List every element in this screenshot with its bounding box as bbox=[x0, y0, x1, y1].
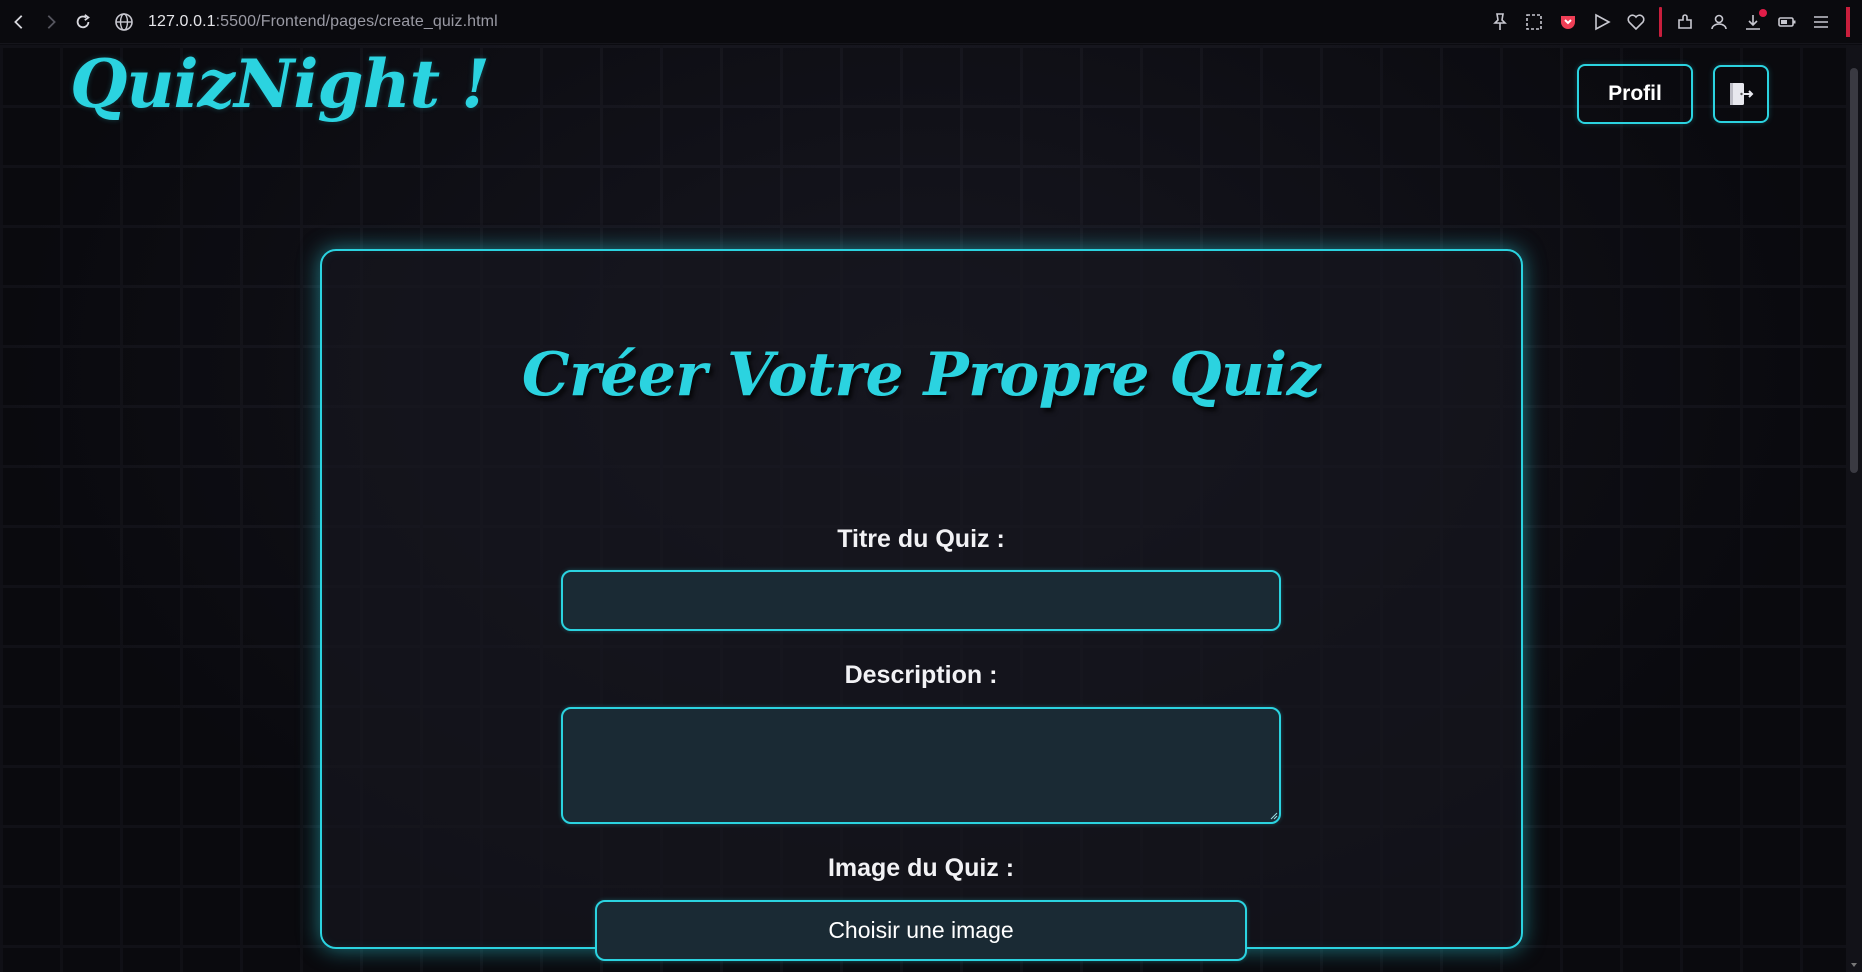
notification-dot bbox=[1759, 9, 1767, 17]
toolbar-divider bbox=[1659, 7, 1662, 37]
pocket-icon[interactable] bbox=[1557, 11, 1579, 33]
heart-icon[interactable] bbox=[1625, 11, 1647, 33]
url-path: :5500/Frontend/pages/create_quiz.html bbox=[215, 12, 498, 30]
screenshot-icon[interactable] bbox=[1523, 11, 1545, 33]
scroll-down-icon[interactable] bbox=[1849, 960, 1859, 970]
back-icon[interactable] bbox=[6, 9, 32, 35]
url-text: 127.0.0.1:5500/Frontend/pages/create_qui… bbox=[148, 13, 498, 31]
scrollbar-thumb[interactable] bbox=[1850, 68, 1858, 473]
resize-handle-icon[interactable] bbox=[1270, 812, 1278, 820]
globe-icon bbox=[115, 12, 133, 31]
url-host: 127.0.0.1 bbox=[148, 12, 216, 30]
choose-image-button[interactable]: Choisir une image bbox=[595, 900, 1247, 961]
quiz-title-label: Titre du Quiz : bbox=[837, 525, 1005, 553]
quiz-title-input[interactable] bbox=[561, 570, 1281, 631]
reload-icon[interactable] bbox=[70, 9, 96, 35]
battery-icon[interactable] bbox=[1776, 11, 1798, 33]
address-bar[interactable]: 127.0.0.1:5500/Frontend/pages/create_qui… bbox=[114, 12, 498, 32]
site-logo[interactable]: QuizNight ! bbox=[70, 45, 490, 123]
pin-icon[interactable] bbox=[1489, 11, 1511, 33]
browser-toolbar: 127.0.0.1:5500/Frontend/pages/create_qui… bbox=[0, 0, 1862, 44]
forward-icon[interactable] bbox=[38, 9, 64, 35]
send-icon[interactable] bbox=[1591, 11, 1613, 33]
download-icon[interactable] bbox=[1742, 9, 1767, 33]
account-icon[interactable] bbox=[1708, 11, 1730, 33]
description-label: Description : bbox=[844, 661, 998, 689]
logout-icon bbox=[1730, 83, 1754, 105]
form-title: Créer Votre Propre Quiz bbox=[521, 340, 1321, 410]
menu-icon[interactable] bbox=[1810, 11, 1832, 33]
quiz-image-label: Image du Quiz : bbox=[827, 854, 1015, 882]
extensions-icon[interactable] bbox=[1674, 11, 1696, 33]
logout-button[interactable] bbox=[1713, 65, 1769, 123]
description-textarea[interactable] bbox=[561, 707, 1281, 824]
profile-button[interactable]: Profil bbox=[1577, 64, 1693, 124]
sidebar-edge bbox=[1846, 7, 1850, 37]
